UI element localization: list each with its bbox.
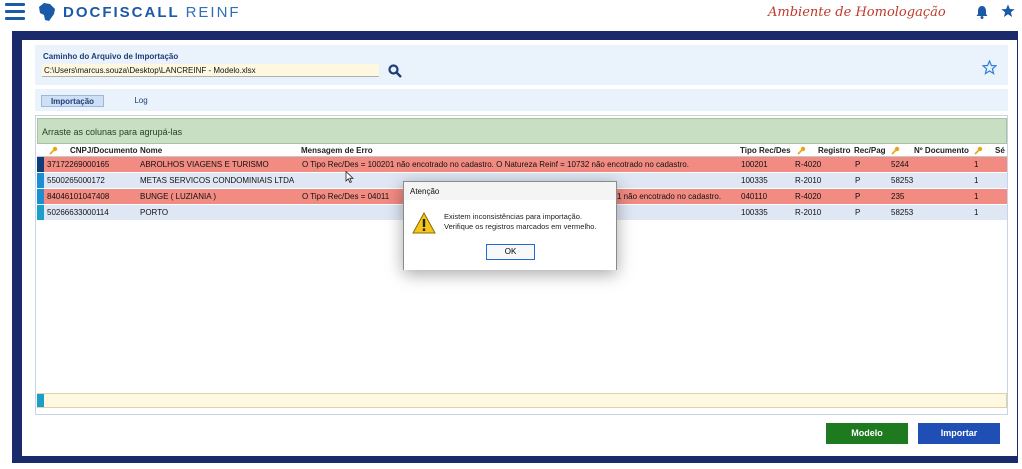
cell-cnpj: 84046101047408	[47, 192, 110, 201]
cell-serie: 1	[974, 160, 979, 169]
key-icon	[891, 146, 900, 155]
cell-nome: BUNGE ( LUZIANIA )	[140, 192, 217, 201]
key-icon	[49, 146, 58, 155]
table-row[interactable]: 37172269000165 ABROLHOS VIAGENS E TURISM…	[37, 157, 1007, 172]
cell-erro: O Tipo Rec/Des = 100201 não encotrado no…	[302, 160, 689, 169]
dialog-message-line2: Verifique os registros marcados em verme…	[444, 222, 597, 231]
cell-tipo: 040110	[741, 192, 768, 201]
cell-erro: O Tipo Rec/Des = 04011	[302, 192, 390, 201]
cell-registro: R-4020	[795, 192, 822, 201]
grid-footer	[37, 393, 1007, 408]
column-header-erro[interactable]: Mensagem de Erro	[301, 146, 373, 155]
cell-recpag: P	[855, 176, 861, 185]
cell-nome: ABROLHOS VIAGENS E TURISMO	[140, 160, 269, 169]
tabs-strip	[35, 89, 1008, 111]
grid-header: CNPJ/Documento Nome Mensagem de Erro Tip…	[37, 144, 1007, 157]
cell-serie: 1	[974, 176, 979, 185]
importar-button[interactable]: Importar	[918, 423, 1000, 444]
environment-label: Ambiente de Homologação	[768, 5, 946, 20]
cell-documento: 58253	[891, 208, 914, 217]
cell-serie: 1	[974, 208, 979, 217]
key-icon	[974, 146, 983, 155]
cell-registro: R-4020	[795, 160, 822, 169]
column-header-serie[interactable]: Sé	[995, 146, 1005, 155]
column-header-documento[interactable]: Nº Documento	[914, 146, 969, 155]
dialog-body: Existem inconsistências para importação.…	[404, 200, 616, 270]
footer-indicator	[37, 394, 44, 407]
cell-documento: 235	[891, 192, 905, 201]
cell-documento: 58253	[891, 176, 914, 185]
group-by-bar[interactable]: Arraste as colunas para agrupá-las	[37, 118, 1007, 144]
brand-product: REINF	[185, 4, 241, 21]
top-bar: DOCFISCALL REINF Ambiente de Homologação	[0, 0, 1022, 26]
file-path-input[interactable]	[42, 64, 379, 77]
path-label: Caminho do Arquivo de Importação	[43, 52, 179, 61]
cell-registro: R-2010	[795, 208, 822, 217]
brand-name: DOCFISCALL	[63, 4, 180, 21]
search-icon[interactable]	[388, 64, 402, 78]
cell-recpag: P	[855, 208, 861, 217]
tab-importacao[interactable]: Importação	[41, 95, 104, 107]
row-selector[interactable]	[37, 157, 44, 172]
warning-icon	[412, 212, 436, 234]
cell-tipo: 100335	[741, 208, 768, 217]
ok-button[interactable]: OK	[486, 244, 535, 260]
column-header-nome[interactable]: Nome	[140, 146, 162, 155]
dialog-message-line1: Existem inconsistências para importação.	[444, 212, 582, 221]
cell-cnpj: 37172269000165	[47, 160, 110, 169]
row-selector[interactable]	[37, 205, 44, 220]
cell-serie: 1	[974, 192, 979, 201]
modelo-button[interactable]: Modelo	[826, 423, 908, 444]
star-icon[interactable]	[1001, 4, 1015, 18]
column-header-cnpj[interactable]: CNPJ/Documento	[70, 146, 138, 155]
cell-registro: R-2010	[795, 176, 822, 185]
column-header-recpag[interactable]: Rec/Pag	[854, 146, 886, 155]
row-selector[interactable]	[37, 173, 44, 188]
column-header-registro[interactable]: Registro	[818, 146, 850, 155]
favorite-star-icon[interactable]	[982, 60, 997, 75]
cell-tipo: 100201	[741, 160, 768, 169]
cell-cnpj: 5500265000172	[47, 176, 105, 185]
brazil-map-logo	[39, 3, 55, 21]
key-icon	[797, 146, 806, 155]
cell-cnpj: 50266633000114	[47, 208, 109, 217]
cell-recpag: P	[855, 192, 861, 201]
cell-nome: PORTO	[140, 208, 169, 217]
bell-icon[interactable]	[976, 5, 988, 19]
warning-dialog: Atenção Existem inconsistências para imp…	[403, 181, 617, 270]
cell-nome: METAS SERVICOS CONDOMINIAIS LTDA	[140, 176, 295, 185]
cell-erro-tail: 1 não encotrado no cadastro.	[617, 192, 722, 201]
cell-recpag: P	[855, 160, 861, 169]
cell-documento: 5244	[891, 160, 909, 169]
brand-logo-text: DOCFISCALL REINF	[63, 4, 241, 21]
menu-icon[interactable]	[5, 3, 25, 21]
column-header-tipo[interactable]: Tipo Rec/Des	[740, 146, 791, 155]
tab-log[interactable]: Log	[126, 95, 156, 107]
row-selector[interactable]	[37, 189, 44, 204]
cell-tipo: 100335	[741, 176, 768, 185]
dialog-title: Atenção	[410, 187, 440, 196]
mouse-cursor-icon	[345, 171, 354, 183]
